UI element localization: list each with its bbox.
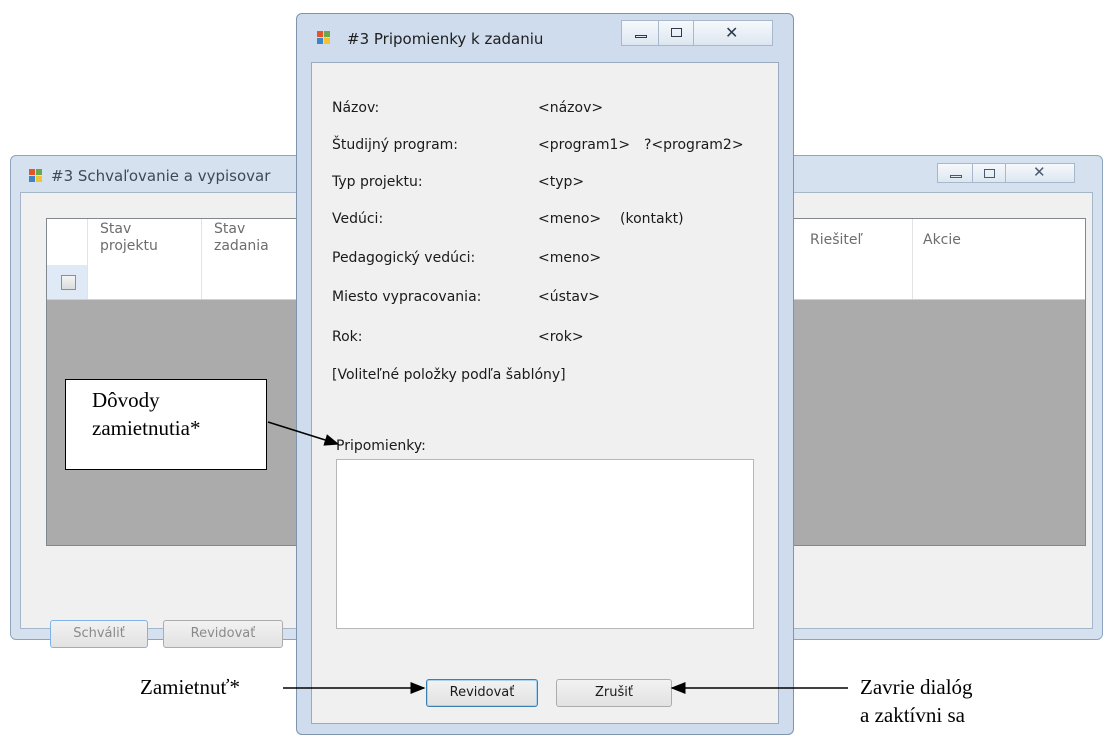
annotation-arrows (267, 421, 848, 694)
callout-arrow (267, 421, 340, 446)
